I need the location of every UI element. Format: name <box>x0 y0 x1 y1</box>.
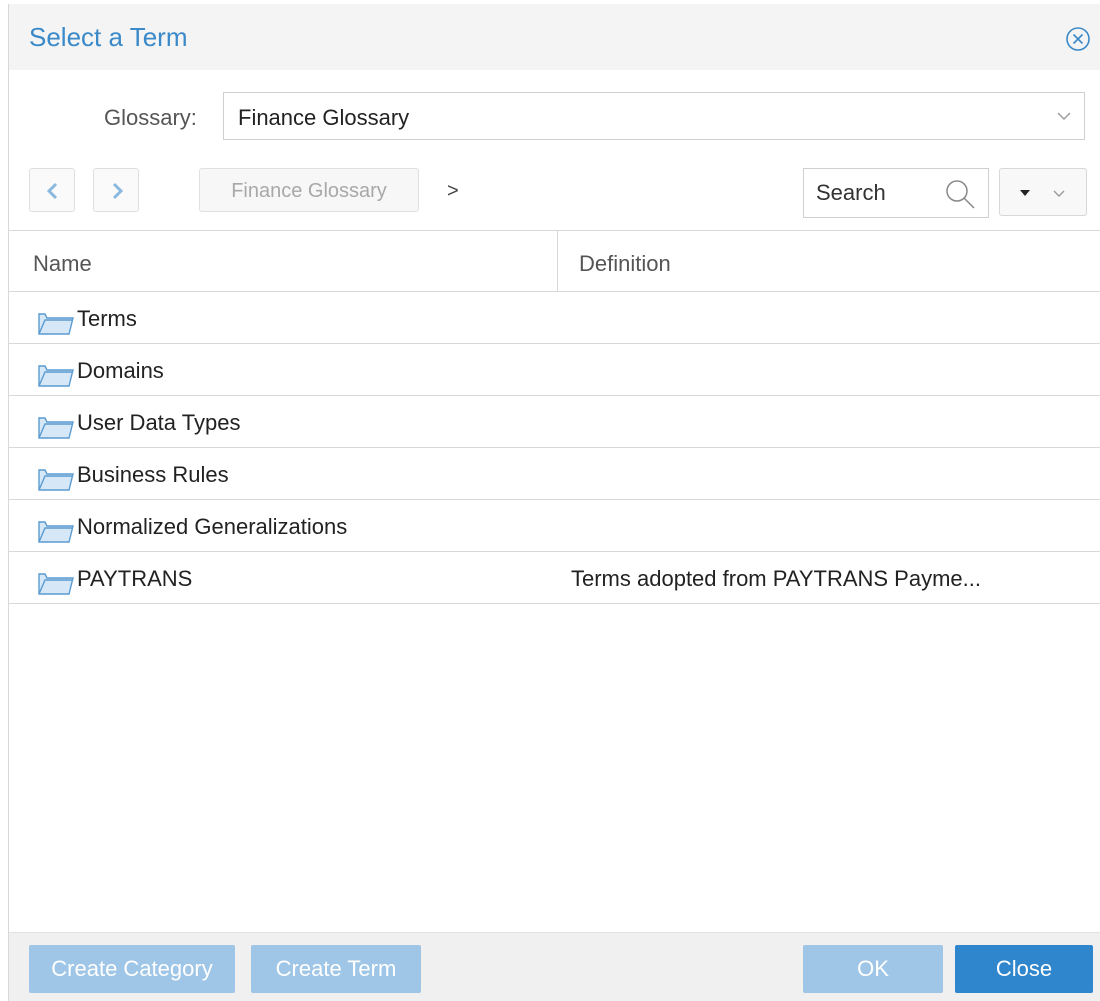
glossary-select[interactable]: Finance Glossary <box>223 92 1085 140</box>
folder-icon <box>38 417 74 439</box>
search-icon[interactable] <box>944 178 976 210</box>
column-divider[interactable] <box>557 231 558 291</box>
column-header-name[interactable]: Name <box>33 251 92 277</box>
close-circle-icon[interactable] <box>1065 26 1091 52</box>
forward-button[interactable] <box>93 168 139 212</box>
row-name: PAYTRANS <box>77 566 193 591</box>
close-button[interactable]: Close <box>955 945 1093 993</box>
row-name: Terms <box>77 306 137 331</box>
table-row[interactable]: Domains <box>9 344 1100 396</box>
glossary-selected-value: Finance Glossary <box>238 105 410 130</box>
chevron-down-icon <box>1053 190 1065 197</box>
row-definition: Terms adopted from PAYTRANS Payme... <box>571 566 981 591</box>
dialog-title: Select a Term <box>29 22 188 52</box>
column-header-definition[interactable]: Definition <box>579 251 671 277</box>
term-table: Name Definition Terms Domains User Data … <box>9 230 1100 604</box>
folder-icon <box>38 469 74 491</box>
create-category-button[interactable]: Create Category <box>29 945 235 993</box>
select-term-dialog: Select a Term Glossary: Finance Glossary… <box>8 4 1100 1001</box>
create-term-button[interactable]: Create Term <box>251 945 421 993</box>
row-name: Normalized Generalizations <box>77 514 348 539</box>
row-name: Domains <box>77 358 164 383</box>
dialog-footer: Create Category Create Term OK Close <box>9 932 1100 1001</box>
caret-down-icon <box>1020 190 1030 196</box>
folder-icon <box>38 521 74 543</box>
table-row[interactable]: PAYTRANS Terms adopted from PAYTRANS Pay… <box>9 552 1100 604</box>
row-name: Business Rules <box>77 462 229 487</box>
table-row[interactable]: Terms <box>9 292 1100 344</box>
table-row[interactable]: Normalized Generalizations <box>9 500 1100 552</box>
chevron-down-icon <box>1057 112 1071 120</box>
row-name: User Data Types <box>77 410 241 435</box>
folder-icon <box>38 365 74 387</box>
chevron-left-icon <box>46 182 58 200</box>
search-box <box>803 168 989 218</box>
table-header: Name Definition <box>9 230 1100 292</box>
chevron-right-icon <box>112 182 124 200</box>
breadcrumb-label: Finance Glossary <box>231 180 387 202</box>
breadcrumb-finance-glossary[interactable]: Finance Glossary <box>199 168 419 212</box>
dialog-titlebar: Select a Term <box>9 4 1100 70</box>
search-options-dropdown[interactable] <box>999 168 1087 216</box>
back-button[interactable] <box>29 168 75 212</box>
search-input[interactable] <box>816 179 936 207</box>
table-row[interactable]: Business Rules <box>9 448 1100 500</box>
folder-icon <box>38 573 74 595</box>
breadcrumb-separator: > <box>447 180 459 202</box>
table-row[interactable]: User Data Types <box>9 396 1100 448</box>
glossary-label: Glossary: <box>104 105 197 130</box>
folder-icon <box>38 313 74 335</box>
ok-button[interactable]: OK <box>803 945 943 993</box>
